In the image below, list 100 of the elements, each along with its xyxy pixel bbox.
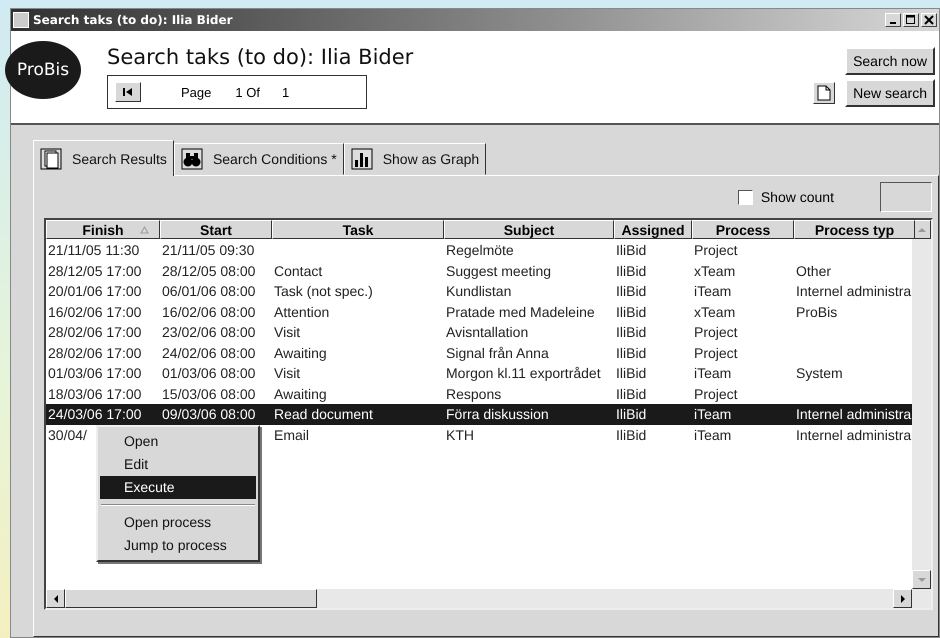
scroll-right-icon[interactable] [898,594,906,602]
count-field [880,182,932,212]
table-cell: Project [694,386,738,402]
page-total: 1 [282,84,290,100]
table-cell: Attention [274,304,330,320]
table-cell: Förra diskussion [446,406,549,422]
new-document-button[interactable] [813,82,836,104]
column-header[interactable]: Task [272,220,444,239]
table-cell: IliBid [616,386,646,402]
page-title: Search taks (to do): Ilia Bider [107,45,414,69]
table-cell: Visit [274,324,300,340]
scroll-left-icon[interactable] [52,594,60,602]
table-cell: Project [694,344,738,360]
logo: ProBis [5,41,81,99]
table-cell: Task (not spec.) [274,283,373,299]
table-cell: IliBid [616,262,646,278]
table-cell: Morgon kl.11 exportrådet [446,365,601,381]
table-cell: xTeam [694,304,736,320]
first-page-icon [122,87,134,97]
menu-item[interactable]: Open process [100,511,256,534]
window-title: Search taks (to do): Ilia Bider [33,13,234,27]
table-cell: Avisntallation [446,324,528,340]
table-cell: System [796,365,843,381]
table-cell: IliBid [616,304,646,320]
column-header[interactable]: Finish [46,220,160,239]
table-cell: Pratade med Madeleine [446,304,595,320]
column-header[interactable]: Process typ [794,220,915,239]
menu-item[interactable]: Jump to process [100,534,256,557]
table-cell: Awaiting [274,386,327,402]
table-cell: KTH [446,426,474,442]
table-cell: IliBid [616,426,646,442]
column-header[interactable]: Subject [444,220,614,239]
table-cell: IliBid [616,242,646,258]
table-cell: Other [796,262,832,278]
show-count-label: Show count [760,189,834,205]
minimize-button[interactable] [885,13,901,27]
maximize-button[interactable] [903,13,919,27]
table-cell: ProBis [796,304,838,320]
first-page-button[interactable] [115,82,141,102]
bar-chart-icon [350,148,373,170]
horizontal-scrollbar[interactable] [46,589,912,608]
table-cell: 28/02/06 17:00 [48,344,142,360]
table-cell: xTeam [694,262,736,278]
table-cell: Project [694,242,738,258]
table-cell: Suggest meeting [446,262,552,278]
table-cell: Project [694,324,738,340]
table-cell: IliBid [616,406,646,422]
table-cell: Internel administra [796,426,912,442]
search-now-button[interactable]: Search now [845,47,935,75]
table-cell: 01/03/06 08:00 [162,365,256,381]
table-cell: IliBid [616,344,646,360]
column-header[interactable]: Assigned [614,220,692,239]
binoculars-icon [180,148,203,170]
table-cell: 28/12/05 08:00 [162,262,256,278]
sort-icon [140,226,149,234]
table-cell: 24/03/06 17:00 [48,406,142,422]
table-cell: IliBid [616,365,646,381]
table-cell: Contact [274,262,322,278]
column-header[interactable]: Start [160,220,272,239]
column-header[interactable]: Process [692,220,794,239]
tab[interactable]: Search Conditions * [174,143,344,175]
tab[interactable]: Show as Graph [344,143,486,175]
table-cell: 18/03/06 17:00 [48,386,142,402]
table-cell: 24/02/06 08:00 [162,344,256,360]
table-cell: 16/02/06 17:00 [48,304,142,320]
table-cell: Signal från Anna [446,344,549,360]
table-cell: Read document [274,406,373,422]
table-cell: 09/03/06 08:00 [162,406,256,422]
table-cell: Internel administra [796,283,912,299]
table-cell: IliBid [616,324,646,340]
selected-row[interactable]: 24/03/06 17:00 09/03/06 08:00 Read document Förra diskussion IliBid iTeam Internel administra [46,404,912,424]
page-number: 1 Of [235,84,260,100]
table-cell: Internel administra [796,406,912,422]
table-cell: 16/02/06 08:00 [162,304,256,320]
table-cell: Kundlistan [446,283,512,299]
new-search-button[interactable]: New search [845,79,935,107]
menu-item[interactable]: Open [100,430,256,453]
table-cell: 30/04/ [48,426,87,442]
menu-item[interactable]: Execute [100,476,256,499]
table-cell: Respons [446,386,502,402]
pages-icon [40,148,62,170]
tab[interactable]: Search Results [33,140,174,176]
page-label: Page [181,84,212,100]
table-cell: 20/01/06 17:00 [48,283,142,299]
table-cell: Regelmöte [446,242,514,258]
close-icon [924,15,934,25]
table-cell: 21/11/05 11:30 [48,242,140,258]
table-cell: 28/02/06 17:00 [48,324,142,340]
table-cell: Awaiting [274,344,327,360]
table-cell: 23/02/06 08:00 [162,324,256,340]
table-cell: 21/11/05 09:30 [162,242,254,258]
close-button[interactable] [921,13,937,27]
table-cell: iTeam [694,406,732,422]
table-cell: 15/03/06 08:00 [162,386,256,402]
menu-item[interactable]: Edit [100,453,256,476]
show-count-checkbox[interactable] [738,190,753,204]
table-cell: 06/01/06 08:00 [162,283,256,299]
table-cell: Visit [274,365,300,381]
table-cell: iTeam [694,365,732,381]
table-cell: Email [274,426,310,442]
